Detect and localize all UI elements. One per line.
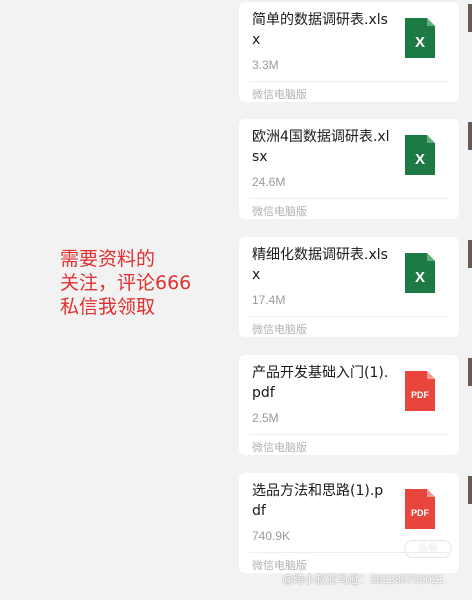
- avatar-edge: [468, 4, 472, 32]
- divider: [249, 81, 449, 82]
- file-source: 微信电脑版: [252, 88, 307, 101]
- pdf-file-icon: PDF: [405, 371, 435, 411]
- file-name: 简单的数据调研表.xlsx: [252, 12, 388, 48]
- file-size: 2.5M: [252, 411, 279, 425]
- file-message-card[interactable]: 欧洲4国数据调研表.xlsx 24.6M 微信电脑版 X: [239, 119, 459, 219]
- file-source: 微信电脑版: [252, 323, 307, 336]
- file-message-card[interactable]: 简单的数据调研表.xlsx 3.3M 微信电脑版 X: [239, 2, 459, 102]
- avatar-edge: [468, 122, 472, 150]
- file-name: 欧洲4国数据调研表.xlsx: [252, 129, 390, 165]
- divider: [249, 434, 449, 435]
- watermark-badge: 头条: [404, 540, 452, 558]
- file-name: 产品开发基础入门(1).pdf: [252, 365, 389, 401]
- file-source: 微信电脑版: [252, 205, 307, 218]
- file-message-card[interactable]: 精细化数据调研表.xlsx 17.4M 微信电脑版 X: [239, 237, 459, 337]
- avatar-edge: [468, 240, 472, 268]
- file-name: 精细化数据调研表.xlsx: [252, 247, 388, 283]
- file-size: 3.3M: [252, 58, 279, 72]
- promo-line-1: 需要资料的: [60, 248, 156, 270]
- divider: [249, 198, 449, 199]
- excel-file-icon: X: [405, 18, 435, 58]
- excel-file-icon: X: [405, 135, 435, 175]
- file-size: 17.4M: [252, 293, 286, 307]
- file-source: 微信电脑版: [252, 441, 307, 454]
- file-message-card[interactable]: 产品开发基础入门(1).pdf 2.5M 微信电脑版 PDF: [239, 355, 459, 455]
- promo-line-3: 私信我领取: [60, 296, 156, 318]
- promo-line-2: 关注，评论666: [60, 272, 192, 294]
- promo-text: 需要资料的 关注，评论666 私信我领取: [60, 247, 191, 319]
- file-name: 选品方法和思路(1).pdf: [252, 483, 384, 519]
- file-message-card[interactable]: 选品方法和思路(1).pdf 740.9K 微信电脑版 PDF: [239, 473, 459, 573]
- divider: [249, 316, 449, 317]
- watermark-footer: @跨小叔亚马逊：382285700021: [282, 574, 444, 586]
- file-size: 740.9K: [252, 529, 291, 543]
- file-size: 24.6M: [252, 175, 286, 189]
- avatar-edge: [468, 358, 472, 386]
- avatar-edge: [468, 476, 472, 504]
- pdf-file-icon: PDF: [405, 489, 435, 529]
- excel-file-icon: X: [405, 253, 435, 293]
